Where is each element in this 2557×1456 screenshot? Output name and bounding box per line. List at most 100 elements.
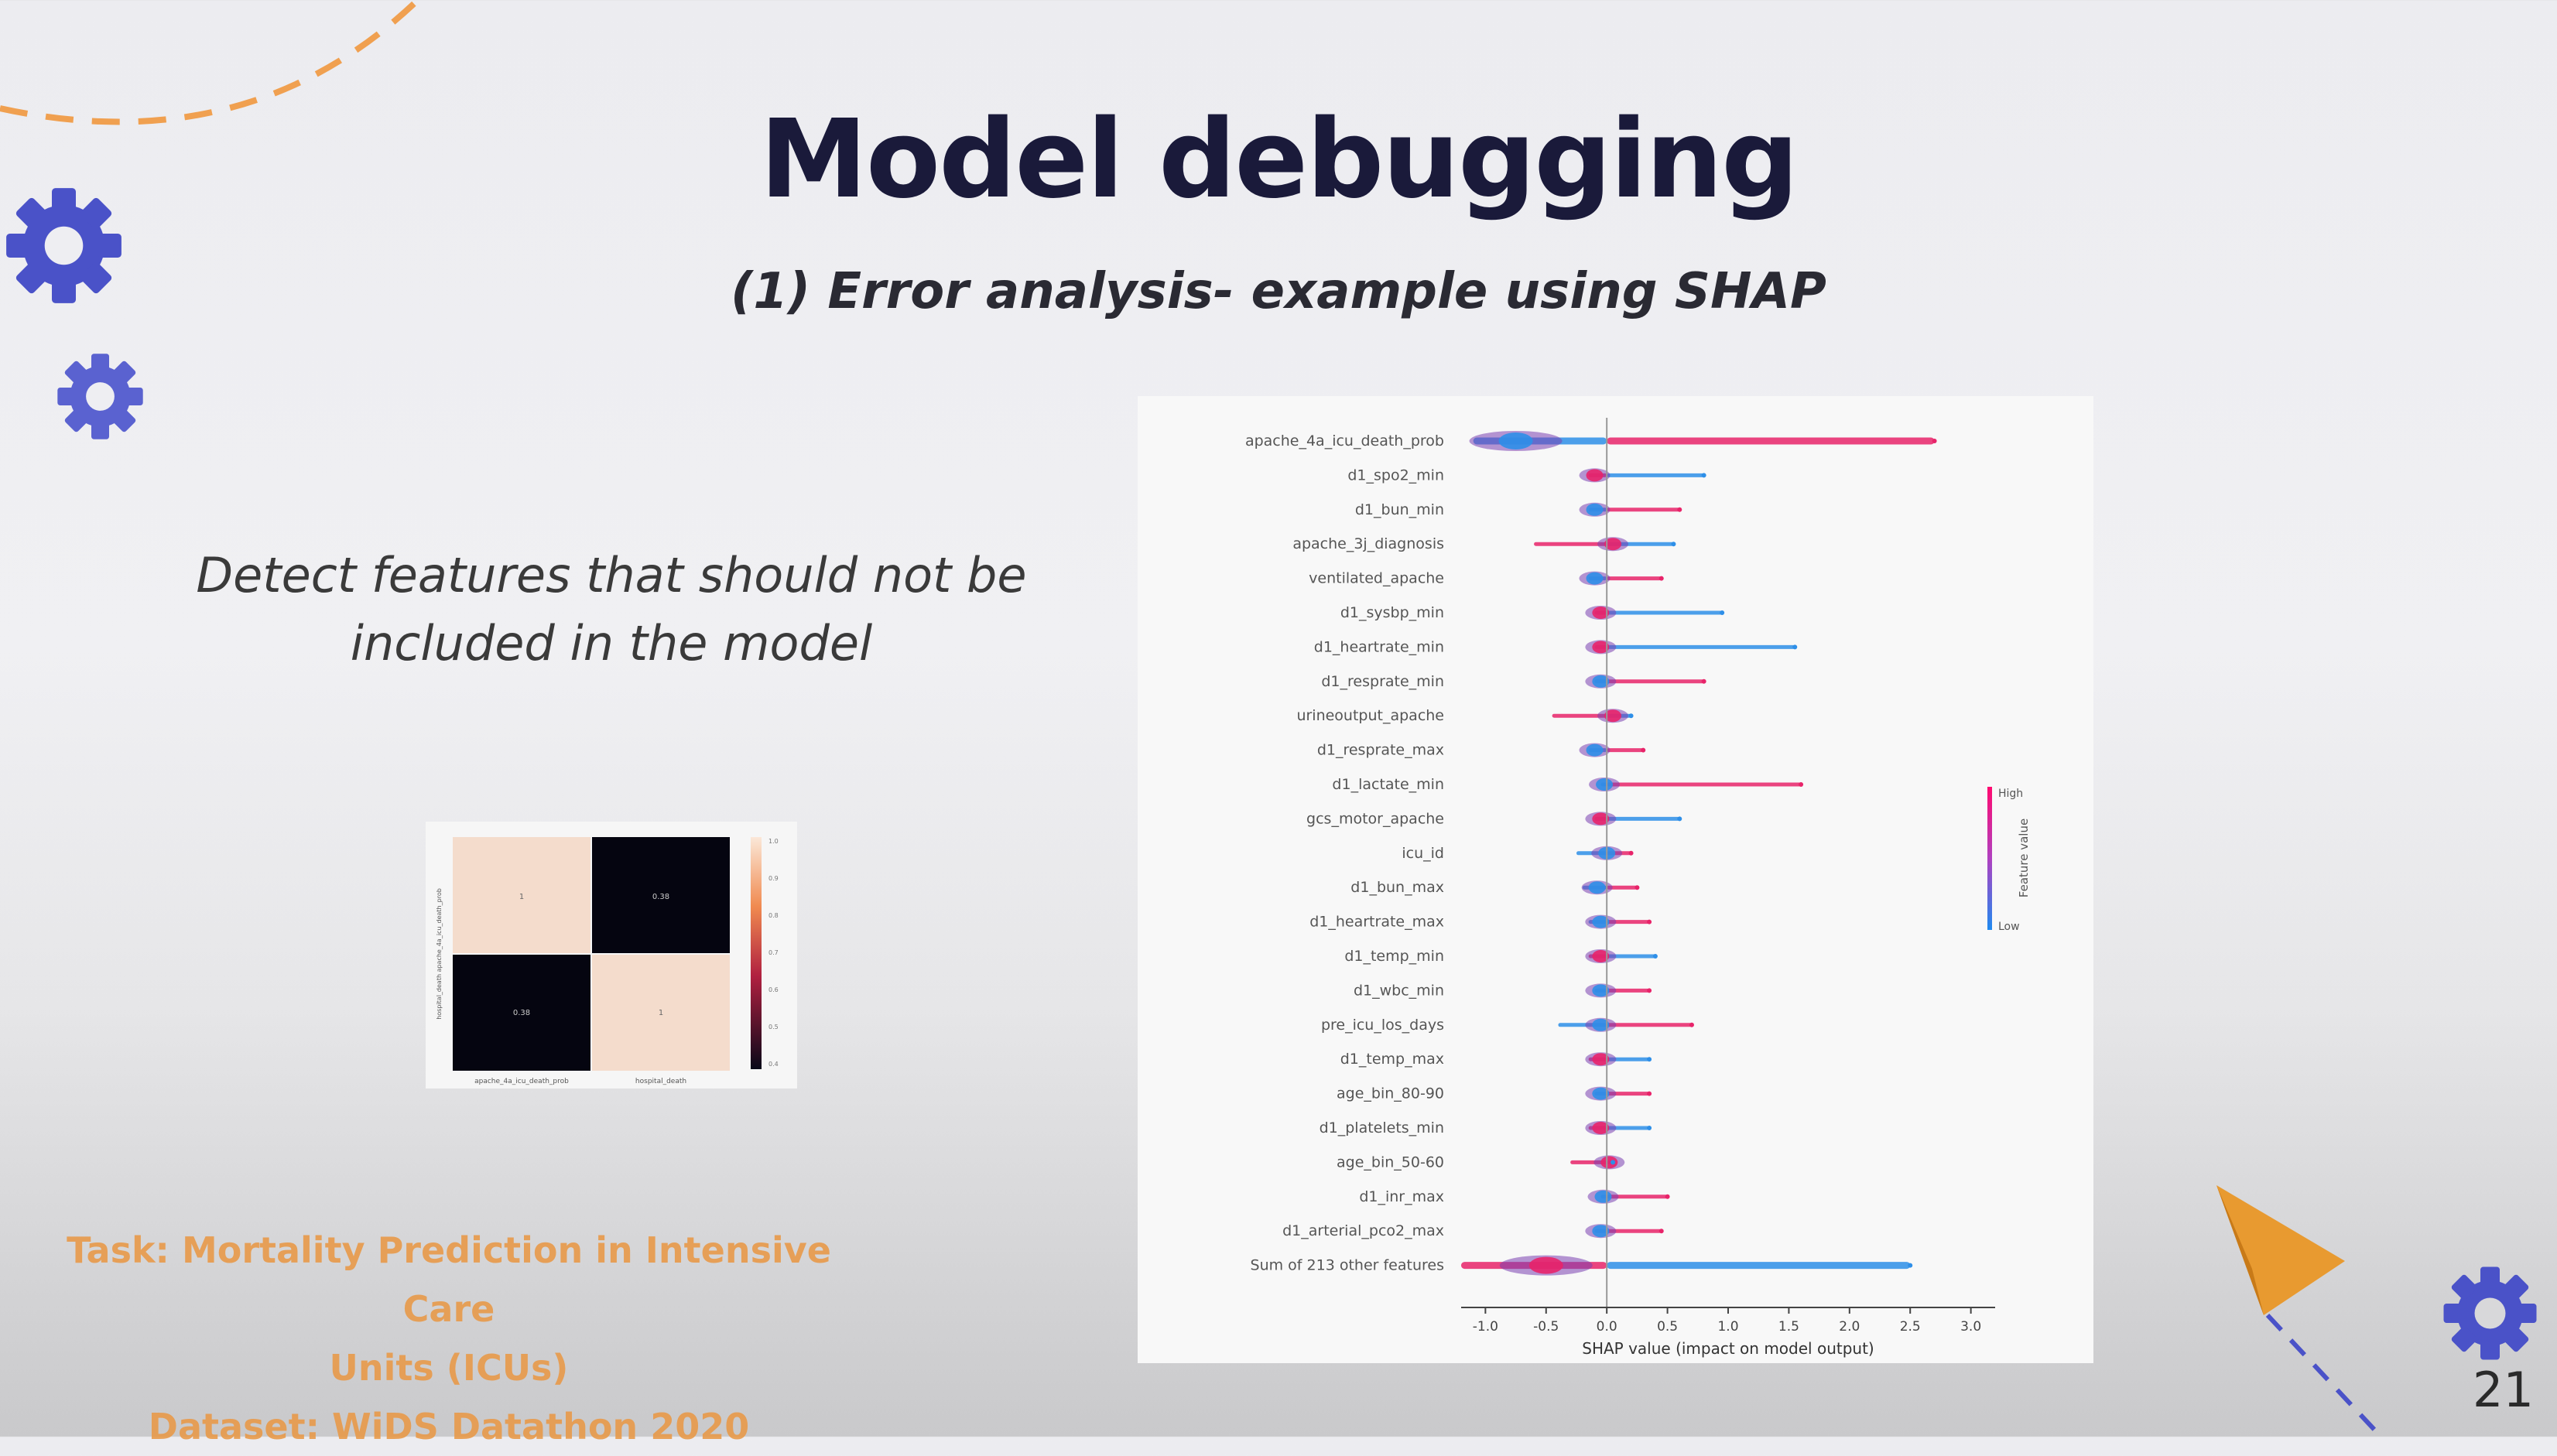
shap-feature-row: d1_bun_min (1355, 501, 1682, 518)
slide-title: Model debugging (759, 97, 1799, 223)
shap-feature-row: apache_4a_icu_death_prob (1245, 431, 1937, 451)
feature-label: d1_platelets_min (1320, 1119, 1444, 1136)
shap-feature-row: age_bin_80-90 (1337, 1085, 1652, 1102)
shap-extreme-point (1611, 1160, 1616, 1165)
shap-feature-row: age_bin_50-60 (1337, 1154, 1625, 1171)
colorbar-title: Feature value (2017, 819, 2031, 897)
x-tick-label: 0.0 (1597, 1319, 1617, 1335)
shap-density-core (1596, 778, 1614, 791)
feature-label: d1_temp_min (1344, 948, 1444, 965)
heatmap-cell-label: 0.38 (652, 893, 669, 901)
detect-line-2: included in the model (350, 615, 873, 672)
feature-label: d1_lactate_min (1332, 776, 1444, 793)
x-tick-label: -1.0 (1473, 1319, 1498, 1335)
shap-extreme-point (1647, 1126, 1652, 1130)
shap-spread-positive (1607, 1262, 1911, 1270)
colorbar-tick: 0.5 (768, 1024, 779, 1030)
shap-extreme-point (1647, 1057, 1652, 1062)
footer-dataset-line: Dataset: WiDS Datathon 2020 (148, 1406, 750, 1447)
gear-icon (2443, 1266, 2537, 1360)
feature-label: apache_4a_icu_death_prob (1245, 432, 1444, 449)
shap-feature-row: d1_resprate_min (1321, 673, 1706, 690)
shap-extreme-point (1689, 1022, 1694, 1027)
shap-spread-positive (1607, 782, 1802, 787)
feature-label: icu_id (1402, 845, 1444, 862)
shap-feature-row: d1_bun_max (1350, 879, 1640, 896)
x-tick-label: 0.5 (1657, 1319, 1678, 1335)
colorbar-tick: 1.0 (768, 838, 779, 845)
shap-extreme-point (1647, 919, 1652, 925)
x-tick-label: 2.5 (1900, 1319, 1921, 1335)
shap-summary-chart: apache_4a_icu_death_prob d1_spo2_min d1_bu… (1138, 396, 2093, 1363)
heatmap-cell-label: 0.38 (513, 1009, 530, 1017)
x-tick-label: 1.5 (1778, 1319, 1799, 1335)
shap-spread-positive (1607, 1023, 1692, 1027)
shap-spread-positive (1607, 679, 1704, 684)
heatmap-colorbar (751, 837, 762, 1069)
footer-task-line-1: Task: Mortality Prediction in Intensive … (67, 1229, 831, 1330)
feature-label: d1_heartrate_min (1314, 638, 1444, 655)
shap-extreme-point (1647, 988, 1652, 993)
shap-feature-row: d1_inr_max (1359, 1188, 1670, 1205)
shap-extreme-point (1671, 542, 1676, 547)
colorbar-tick: 0.7 (768, 949, 779, 956)
shap-density-core (1586, 469, 1604, 482)
feature-label: d1_heartrate_max (1309, 914, 1444, 931)
feature-label: d1_bun_max (1350, 879, 1444, 896)
feature-label: d1_sysbp_min (1340, 604, 1444, 621)
feature-label: gcs_motor_apache (1306, 810, 1444, 827)
detect-features-text: Detect features that should not be inclu… (155, 542, 1068, 678)
shap-density-core (1498, 432, 1533, 449)
shap-extreme-point (1799, 782, 1804, 787)
feature-label: d1_wbc_min (1354, 982, 1444, 999)
colorbar-low-label: Low (1998, 921, 2020, 933)
shap-spread-positive (1607, 437, 1935, 445)
feature-label: Sum of 213 other features (1251, 1257, 1444, 1274)
shap-extreme-point (1792, 644, 1798, 650)
shap-extreme-point (1658, 1229, 1664, 1234)
colorbar-tick: 0.8 (768, 912, 779, 919)
feature-label: ventilated_apache (1309, 570, 1444, 587)
shap-feature-row: d1_heartrate_min (1314, 638, 1798, 655)
x-tick-label: -0.5 (1533, 1319, 1559, 1335)
detect-line-1: Detect features that should not be (196, 547, 1027, 603)
x-tick-label: 1.0 (1717, 1319, 1738, 1335)
shap-feature-row: d1_heartrate_max (1309, 914, 1652, 931)
shap-density-core (1586, 743, 1604, 757)
shap-feature-row: d1_sysbp_min (1340, 604, 1725, 621)
shap-extreme-point (1677, 507, 1682, 512)
shap-extreme-point (1908, 1263, 1913, 1268)
feature-value-colorbar (1987, 787, 1992, 930)
feature-label: d1_arterial_pco2_max (1282, 1222, 1444, 1239)
paper-plane-icon (2216, 1185, 2378, 1434)
shap-density-core (1586, 503, 1604, 516)
shap-density-core (1528, 1256, 1563, 1274)
shap-feature-row: d1_lactate_min (1332, 776, 1804, 793)
shap-feature-row: d1_spo2_min (1347, 467, 1706, 484)
shap-spread-positive (1607, 644, 1795, 649)
feature-label: apache_3j_diagnosis (1292, 535, 1444, 552)
feature-label: pre_icu_los_days (1321, 1017, 1444, 1034)
shap-feature-row: d1_resprate_max (1317, 742, 1646, 759)
heatmap-cell-label: 1 (519, 893, 524, 901)
footer-task-line-2: Units (ICUs) (329, 1347, 569, 1389)
colorbar-tick: 0.4 (768, 1061, 779, 1068)
correlation-heatmap: 1 0.38 0.38 1 1.0 0.9 0.8 0.7 0.6 0.5 0.… (426, 822, 797, 1089)
colorbar-tick: 0.9 (768, 875, 779, 882)
heatmap-y-label: hospital_death apache_4a_icu_death_prob (436, 888, 443, 1020)
shap-extreme-point (1647, 1091, 1652, 1096)
feature-label: d1_temp_max (1340, 1051, 1444, 1068)
shap-feature-row: d1_temp_min (1344, 948, 1658, 965)
shap-spread-positive (1607, 508, 1680, 512)
shap-density-core (1586, 572, 1604, 585)
shap-extreme-point (1652, 954, 1658, 959)
shap-extreme-point (1720, 610, 1725, 615)
feature-label: d1_spo2_min (1347, 467, 1444, 484)
shap-feature-row: d1_temp_max (1340, 1051, 1652, 1068)
shap-density-core (1594, 1190, 1612, 1203)
feature-label: d1_bun_min (1355, 501, 1444, 518)
shap-density-core (1588, 881, 1606, 894)
shap-extreme-point (1932, 439, 1937, 443)
shap-feature-row: urineoutput_apache (1296, 707, 1634, 724)
feature-label: urineoutput_apache (1296, 707, 1444, 724)
